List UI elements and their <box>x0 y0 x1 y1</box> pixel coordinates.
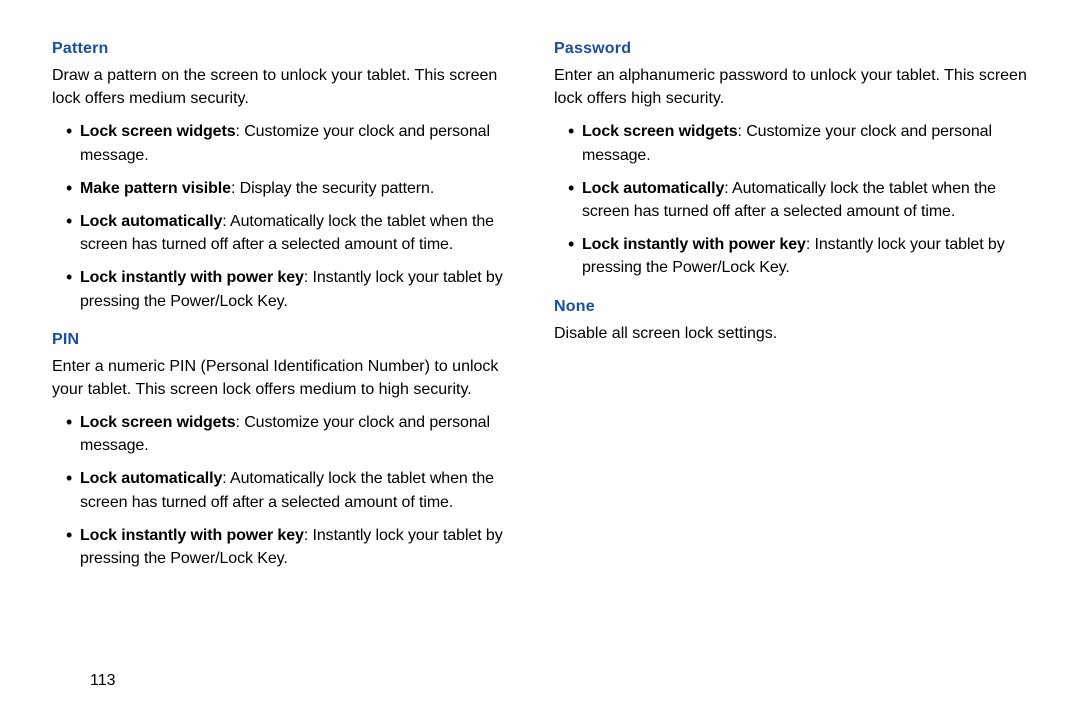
term: Lock instantly with power key <box>80 527 304 544</box>
two-column-layout: Pattern Draw a pattern on the screen to … <box>52 40 1028 588</box>
list-item: Lock automatically: Automatically lock t… <box>568 177 1028 223</box>
list-item: Lock screen widgets: Customize your cloc… <box>66 120 526 166</box>
term: Lock automatically <box>582 180 724 197</box>
list-item: Lock screen widgets: Customize your cloc… <box>66 411 526 457</box>
heading-pattern: Pattern <box>52 40 526 58</box>
section-pattern: Pattern Draw a pattern on the screen to … <box>52 40 526 313</box>
heading-password: Password <box>554 40 1028 58</box>
section-pin: PIN Enter a numeric PIN (Personal Identi… <box>52 331 526 571</box>
list-item: Lock instantly with power key: Instantly… <box>568 233 1028 279</box>
heading-none: None <box>554 298 1028 316</box>
term: Lock screen widgets <box>582 123 738 140</box>
body-pin: Enter a numeric PIN (Personal Identifica… <box>52 355 526 401</box>
list-pattern-options: Lock screen widgets: Customize your cloc… <box>52 120 526 312</box>
page-number: 113 <box>90 672 116 690</box>
right-column: Password Enter an alphanumeric password … <box>554 40 1028 588</box>
body-password: Enter an alphanumeric password to unlock… <box>554 64 1028 110</box>
desc: : Display the security pattern. <box>231 180 434 197</box>
term: Lock instantly with power key <box>80 269 304 286</box>
term: Lock screen widgets <box>80 414 236 431</box>
list-item: Lock screen widgets: Customize your cloc… <box>568 120 1028 166</box>
list-item: Lock instantly with power key: Instantly… <box>66 266 526 312</box>
left-column: Pattern Draw a pattern on the screen to … <box>52 40 526 588</box>
term: Make pattern visible <box>80 180 231 197</box>
list-pin-options: Lock screen widgets: Customize your cloc… <box>52 411 526 570</box>
section-none: None Disable all screen lock settings. <box>554 298 1028 345</box>
term: Lock instantly with power key <box>582 236 806 253</box>
list-item: Lock instantly with power key: Instantly… <box>66 524 526 570</box>
term: Lock automatically <box>80 213 222 230</box>
body-none: Disable all screen lock settings. <box>554 322 1028 345</box>
list-item: Lock automatically: Automatically lock t… <box>66 210 526 256</box>
heading-pin: PIN <box>52 331 526 349</box>
manual-page: Pattern Draw a pattern on the screen to … <box>0 0 1080 720</box>
term: Lock automatically <box>80 470 222 487</box>
list-item: Make pattern visible: Display the securi… <box>66 177 526 200</box>
list-item: Lock automatically: Automatically lock t… <box>66 467 526 513</box>
list-password-options: Lock screen widgets: Customize your cloc… <box>554 120 1028 279</box>
section-password: Password Enter an alphanumeric password … <box>554 40 1028 280</box>
body-pattern: Draw a pattern on the screen to unlock y… <box>52 64 526 110</box>
term: Lock screen widgets <box>80 123 236 140</box>
